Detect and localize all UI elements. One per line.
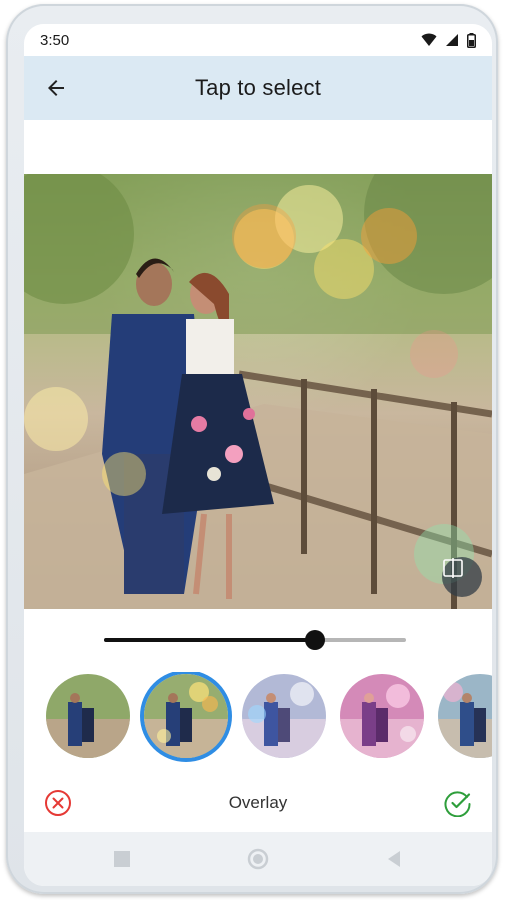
nav-back-button[interactable] bbox=[383, 848, 405, 870]
battery-icon bbox=[467, 32, 476, 48]
overlay-thumb-5[interactable] bbox=[438, 674, 492, 758]
bottom-bar: Overlay bbox=[24, 780, 492, 826]
home-icon bbox=[247, 848, 269, 870]
back-icon bbox=[388, 851, 400, 867]
wifi-icon bbox=[421, 33, 437, 46]
overlay-thumb-3[interactable] bbox=[242, 674, 326, 758]
intensity-slider[interactable] bbox=[104, 630, 406, 650]
home-button[interactable] bbox=[247, 848, 269, 870]
overlay-thumb-1[interactable] bbox=[46, 674, 130, 758]
overlay-thumb-4[interactable] bbox=[340, 674, 424, 758]
cancel-button[interactable] bbox=[44, 789, 72, 817]
app-bar: Tap to select bbox=[24, 56, 492, 120]
signal-icon bbox=[446, 34, 458, 46]
overlay-carousel[interactable] bbox=[24, 672, 492, 762]
compare-button[interactable] bbox=[442, 557, 482, 597]
recent-apps-button[interactable] bbox=[111, 848, 133, 870]
system-nav-bar bbox=[24, 832, 492, 886]
slider-fill bbox=[104, 638, 316, 642]
slider-thumb[interactable] bbox=[305, 630, 326, 650]
status-time: 3:50 bbox=[40, 31, 70, 49]
tool-label: Overlay bbox=[228, 793, 288, 812]
close-circle-icon bbox=[45, 790, 71, 816]
status-bar: 3:50 bbox=[24, 24, 492, 56]
recent-apps-icon bbox=[114, 851, 130, 867]
back-button[interactable] bbox=[42, 74, 70, 102]
photo-illustration bbox=[24, 174, 492, 609]
device-frame: 3:50 Tap to select Overlay bbox=[6, 4, 498, 894]
overlay-thumb-2[interactable] bbox=[144, 674, 228, 758]
arrow-left-icon bbox=[48, 80, 64, 96]
page-title: Tap to select bbox=[194, 75, 322, 100]
screen: 3:50 Tap to select Overlay bbox=[24, 24, 492, 886]
compare-icon bbox=[443, 558, 463, 578]
photo-preview[interactable] bbox=[24, 174, 492, 609]
apply-button[interactable] bbox=[444, 789, 472, 818]
status-icons bbox=[421, 32, 476, 48]
check-circle-icon bbox=[444, 791, 471, 818]
